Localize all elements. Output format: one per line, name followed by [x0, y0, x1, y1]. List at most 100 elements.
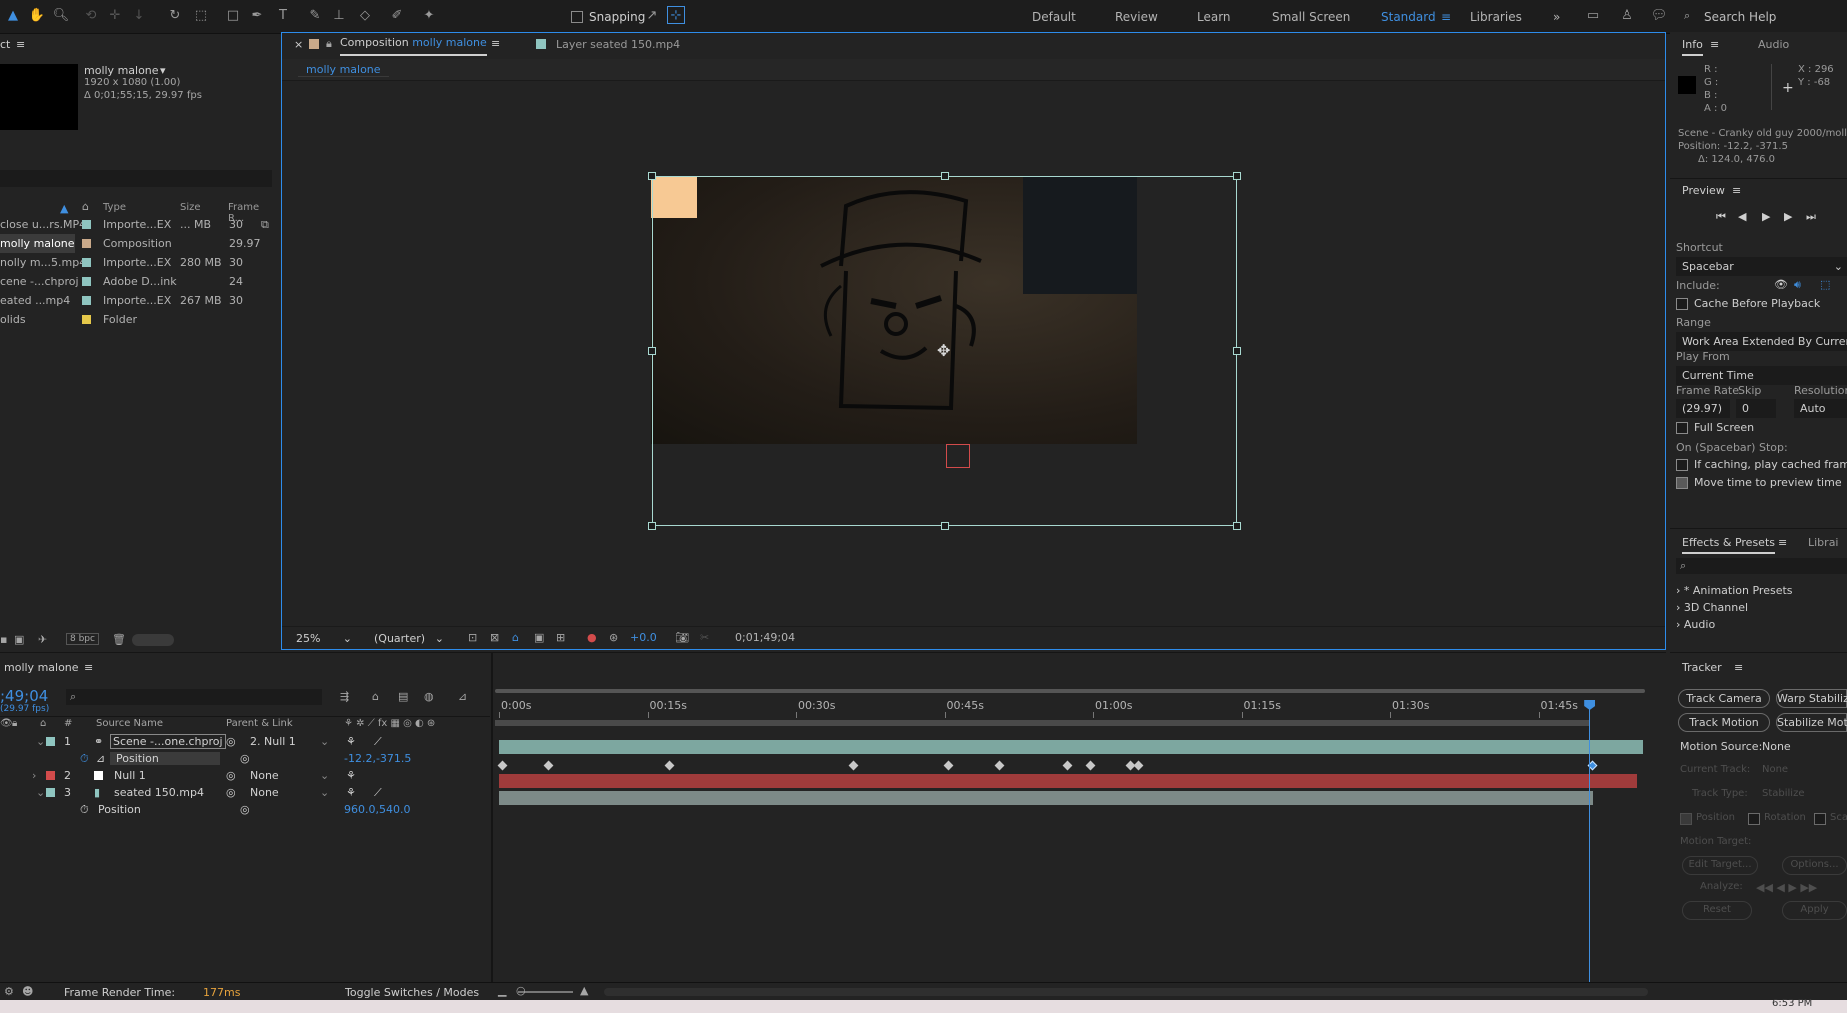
sort-ascending-icon[interactable]: ▲	[60, 202, 68, 215]
keyframe-marker[interactable]	[543, 760, 554, 771]
layer-switches-icon[interactable]: ☻	[22, 985, 33, 998]
tab-menu-icon[interactable]: ≡	[491, 37, 500, 50]
property-name[interactable]: Position	[98, 803, 141, 816]
tab-info[interactable]: Info	[1682, 38, 1703, 56]
timeline-layer-row[interactable]: ⌄ 3 ▮ seated 150.mp4 ◎ None ⌄ ⚘ ⟋	[0, 784, 490, 801]
channel-icon[interactable]: ●	[587, 631, 597, 644]
collapse-chevron-icon[interactable]: ⌄	[36, 786, 45, 799]
delete-icon[interactable]: 🗑︎	[112, 633, 126, 646]
tab-composition[interactable]: Composition molly malone	[340, 36, 487, 56]
timeline-comp-tab[interactable]: molly malone	[4, 661, 79, 683]
work-area-navigator[interactable]	[495, 689, 1645, 693]
layer-bar[interactable]	[499, 740, 1643, 754]
project-item[interactable]: close u...rs.MP4 Importe...EX ... MB 30 …	[0, 215, 275, 234]
camera-tool-icon[interactable]: ⬚	[192, 6, 210, 24]
parent-value[interactable]: None	[250, 786, 279, 799]
project-item-meta[interactable]: Composition 29.97	[75, 234, 265, 253]
effects-item-animation-presets[interactable]: › * Animation Presets	[1676, 584, 1793, 597]
transform-handle-t[interactable]	[941, 172, 949, 180]
snapshot-icon[interactable]: 📷︎	[675, 631, 689, 644]
project-item-selected[interactable]: molly malone	[0, 234, 75, 253]
shy-switch-icon[interactable]: ⚘	[346, 786, 356, 799]
layer-name[interactable]: Scene -...one.chproj	[110, 734, 226, 749]
move-time-checkbox[interactable]	[1676, 477, 1688, 489]
timeline-menu-icon[interactable]: ≡	[84, 661, 93, 683]
comments-icon[interactable]: 💬︎	[1650, 6, 1668, 24]
timeline-zoom-slider[interactable]	[518, 991, 573, 993]
transform-handle-r[interactable]	[1233, 347, 1241, 355]
pan-tool-icon[interactable]: ✛	[106, 6, 124, 24]
breadcrumb[interactable]: molly malone	[298, 63, 389, 77]
layer-bar[interactable]	[499, 774, 1637, 788]
workspace-small-screen[interactable]: Small Screen	[1272, 10, 1350, 24]
stabilize-motion-button[interactable]: Stabilize Mot	[1776, 713, 1847, 732]
expand-chevron-icon[interactable]: ›	[32, 769, 36, 782]
keyframe-marker[interactable]	[943, 760, 954, 771]
viewer-timecode[interactable]: 0;01;49;04	[735, 631, 795, 644]
parent-value[interactable]: 2. Null 1	[250, 735, 296, 748]
timeline-layer-row[interactable]: › 2 Null 1 ◎ None ⌄ ⚘	[0, 767, 490, 784]
source-name-column[interactable]: Source Name	[96, 718, 163, 729]
timeline-layer-row[interactable]: ⌄ 1 ⚭ Scene -...one.chproj ◎ 2. Null 1 ⌄…	[0, 733, 490, 750]
transform-handle-br[interactable]	[1233, 522, 1241, 530]
resolution-dropdown[interactable]: (Quarter) ⌄	[368, 629, 448, 648]
effects-item-audio[interactable]: › Audio	[1676, 618, 1715, 631]
timeline-split-divider[interactable]	[491, 653, 493, 983]
full-screen-checkbox[interactable]	[1676, 422, 1688, 434]
new-comp-icon[interactable]: ✈	[38, 633, 47, 646]
label-column-icon[interactable]: ⌂	[40, 718, 46, 729]
zoom-dropdown[interactable]: 25% ⌄	[290, 629, 356, 648]
collapse-chevron-icon[interactable]: ⌄	[36, 735, 45, 748]
workspace-libraries[interactable]: Libraries	[1470, 10, 1522, 24]
property-value[interactable]: 960.0,540.0	[344, 803, 410, 816]
project-item[interactable]: cene -...chproj Adobe D...ink 24	[0, 272, 275, 291]
zoom-slider-thumb-icon[interactable]: ○	[516, 984, 526, 997]
pickwhip-icon[interactable]: ◎	[240, 803, 250, 816]
rotate-tool-icon[interactable]: ↻	[166, 6, 184, 24]
frame-blending-icon[interactable]: ◍	[424, 690, 434, 703]
col-type[interactable]: Type	[103, 202, 126, 213]
tracker-menu-icon[interactable]: ≡	[1734, 661, 1743, 683]
quality-switch-icon[interactable]: ⟋	[374, 735, 382, 749]
lock-icon[interactable]: 🔒︎	[326, 37, 332, 51]
resolution-preview-dropdown[interactable]: Auto	[1794, 399, 1847, 418]
current-time-display[interactable]: ;49;04	[0, 687, 48, 705]
transform-handle-tr[interactable]	[1233, 172, 1241, 180]
property-value[interactable]: -12.2,-371.5	[344, 752, 411, 765]
shy-layers-icon[interactable]: ▤	[398, 690, 408, 703]
first-frame-icon[interactable]: ⏮	[1716, 210, 1726, 224]
include-overlays-icon[interactable]: ⬚	[1820, 278, 1830, 291]
keyframe-marker[interactable]	[994, 760, 1005, 771]
type-tool-icon[interactable]: T	[274, 6, 292, 24]
keyframe-marker[interactable]	[1062, 760, 1073, 771]
track-scale-checkbox[interactable]	[1814, 813, 1826, 825]
color-management-icon[interactable]: ⊛	[609, 631, 618, 644]
track-motion-button[interactable]: Track Motion	[1678, 713, 1770, 732]
region-of-interest-icon[interactable]: ▣	[534, 631, 544, 644]
last-frame-icon[interactable]: ⏭	[1806, 210, 1816, 224]
roto-brush-tool-icon[interactable]: ✐	[388, 6, 406, 24]
anchor-point-icon[interactable]: ✥	[937, 341, 950, 360]
null-layer-box[interactable]	[946, 444, 970, 468]
playhead[interactable]	[1584, 700, 1596, 982]
clone-stamp-tool-icon[interactable]: ⊥	[330, 6, 348, 24]
track-position-checkbox[interactable]	[1680, 813, 1692, 825]
chevron-down-icon[interactable]: ⌄	[320, 769, 329, 782]
parent-value[interactable]: None	[250, 769, 279, 782]
grid-guides-icon[interactable]: ⊞	[556, 631, 565, 644]
dolly-tool-icon[interactable]: ↓	[130, 6, 148, 24]
flowchart-icon[interactable]: ⧉	[261, 218, 269, 232]
shortcut-dropdown[interactable]: Spacebar ⌄	[1676, 257, 1847, 276]
track-rotation-checkbox[interactable]	[1748, 813, 1760, 825]
draft-3d-icon[interactable]: ⌂	[372, 690, 379, 703]
render-toggle-icon[interactable]: ⚙	[4, 985, 14, 998]
transparency-grid-icon[interactable]: ⊠	[490, 631, 499, 644]
workspace-learn[interactable]: Learn	[1197, 10, 1231, 24]
orbit-tool-icon[interactable]: ⟲	[82, 6, 100, 24]
transform-handle-tl[interactable]	[648, 172, 656, 180]
time-graph[interactable]	[495, 684, 1666, 982]
graph-editor-icon[interactable]: ⊿	[458, 690, 467, 703]
layer-name[interactable]: seated 150.mp4	[114, 786, 204, 799]
hand-tool-icon[interactable]: ✋	[28, 6, 46, 24]
play-icon[interactable]: ▶︎	[1762, 210, 1770, 223]
